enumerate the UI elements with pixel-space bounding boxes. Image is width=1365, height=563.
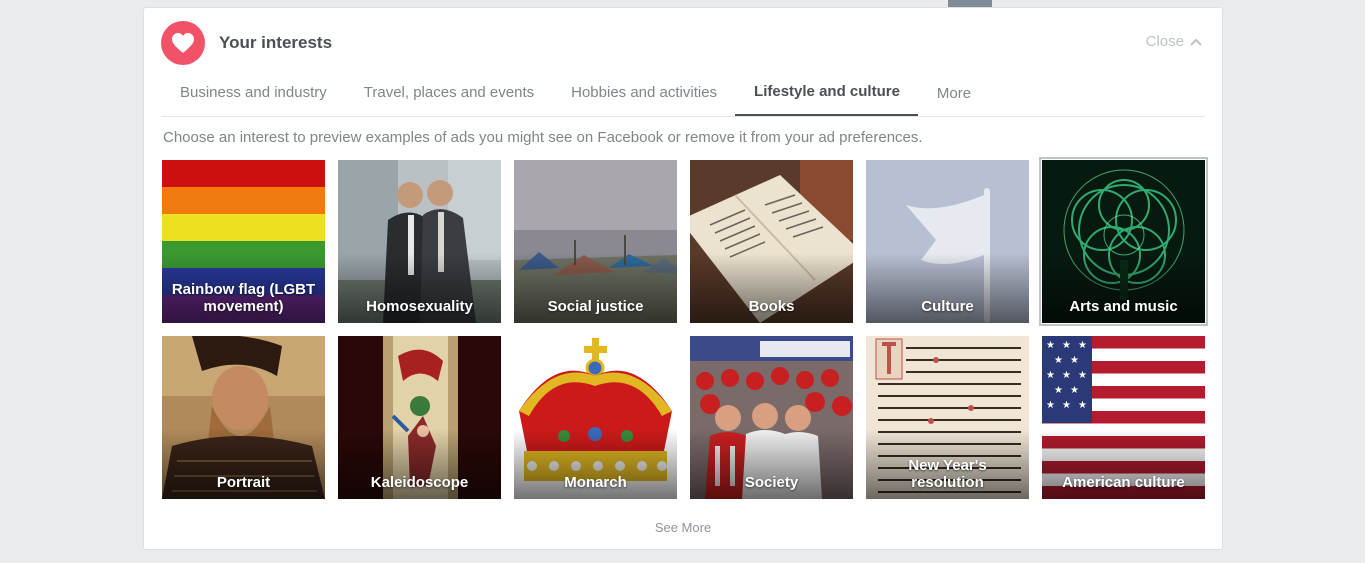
card-title: Your interests (219, 33, 333, 52)
svg-text:★: ★ (1046, 400, 1055, 411)
see-more-link[interactable]: See More (144, 520, 1222, 535)
interest-tile-social-justice[interactable]: Social justice (514, 160, 677, 323)
interest-grid: Rainbow flag (LGBT movement) Homosexuali… (162, 157, 1208, 499)
tab-business-and-industry[interactable]: Business and industry (161, 78, 345, 116)
interest-tile-kaleidoscope[interactable]: Kaleidoscope (338, 336, 501, 499)
tab-more[interactable]: More (918, 78, 989, 116)
svg-text:★: ★ (1070, 385, 1079, 396)
svg-text:★: ★ (1054, 385, 1063, 396)
svg-text:★: ★ (1078, 370, 1087, 381)
interest-tile-society[interactable]: Society (690, 336, 853, 499)
interest-label: Homosexuality (366, 298, 473, 315)
close-button[interactable]: Close (1146, 33, 1202, 50)
interest-label: Social justice (547, 298, 644, 315)
svg-text:★: ★ (1046, 370, 1055, 381)
close-label: Close (1145, 33, 1184, 50)
interest-label: Portrait (216, 474, 271, 491)
svg-text:★: ★ (1062, 340, 1071, 351)
interest-tile-books[interactable]: Books (690, 160, 853, 323)
interest-tile-portrait[interactable]: Portrait (162, 336, 325, 499)
interest-label: Culture (921, 298, 974, 315)
interest-label: Kaleidoscope (370, 474, 469, 491)
heart-icon (161, 21, 205, 65)
interests-card: Your interests Close Business and indust… (143, 7, 1223, 550)
interest-tile-rainbow-flag[interactable]: Rainbow flag (LGBT movement) (162, 160, 325, 323)
description-text: Choose an interest to preview examples o… (163, 129, 923, 146)
category-tabs: Business and industry Travel, places and… (161, 78, 1205, 117)
interest-label: Monarch (564, 474, 627, 491)
interest-label: American culture (1062, 474, 1185, 491)
tab-lifestyle-and-culture[interactable]: Lifestyle and culture (735, 78, 918, 116)
interest-tile-american-culture[interactable]: ★ ★ ★ ★ ★ ★ ★ ★ ★ ★ ★ ★ ★ American culture (1042, 336, 1205, 499)
svg-text:★: ★ (1078, 340, 1087, 351)
svg-text:★: ★ (1054, 355, 1063, 366)
chevron-up-icon (1190, 38, 1202, 46)
svg-text:★: ★ (1078, 400, 1087, 411)
tab-hobbies-and-activities[interactable]: Hobbies and activities (552, 78, 735, 116)
interest-tile-new-years-resolution[interactable]: New Year's resolution (866, 336, 1029, 499)
interest-label: New Year's resolution (908, 457, 987, 491)
interest-tile-arts-and-music[interactable]: Arts and music (1039, 157, 1208, 326)
interest-label: Rainbow flag (LGBT movement) (171, 281, 316, 315)
svg-text:★: ★ (1062, 370, 1071, 381)
card-header: Your interests (161, 20, 332, 66)
interest-tile-homosexuality[interactable]: Homosexuality (338, 160, 501, 323)
interest-tile-monarch[interactable]: Monarch (514, 336, 677, 499)
svg-text:★: ★ (1046, 340, 1055, 351)
interest-label: Society (744, 474, 799, 491)
interest-label: Arts and music (1069, 298, 1178, 315)
interest-tile-culture[interactable]: Culture (866, 160, 1029, 323)
svg-text:★: ★ (1062, 400, 1071, 411)
tab-travel-places-events[interactable]: Travel, places and events (345, 78, 552, 116)
svg-text:★: ★ (1070, 355, 1079, 366)
interest-label: Books (748, 298, 795, 315)
